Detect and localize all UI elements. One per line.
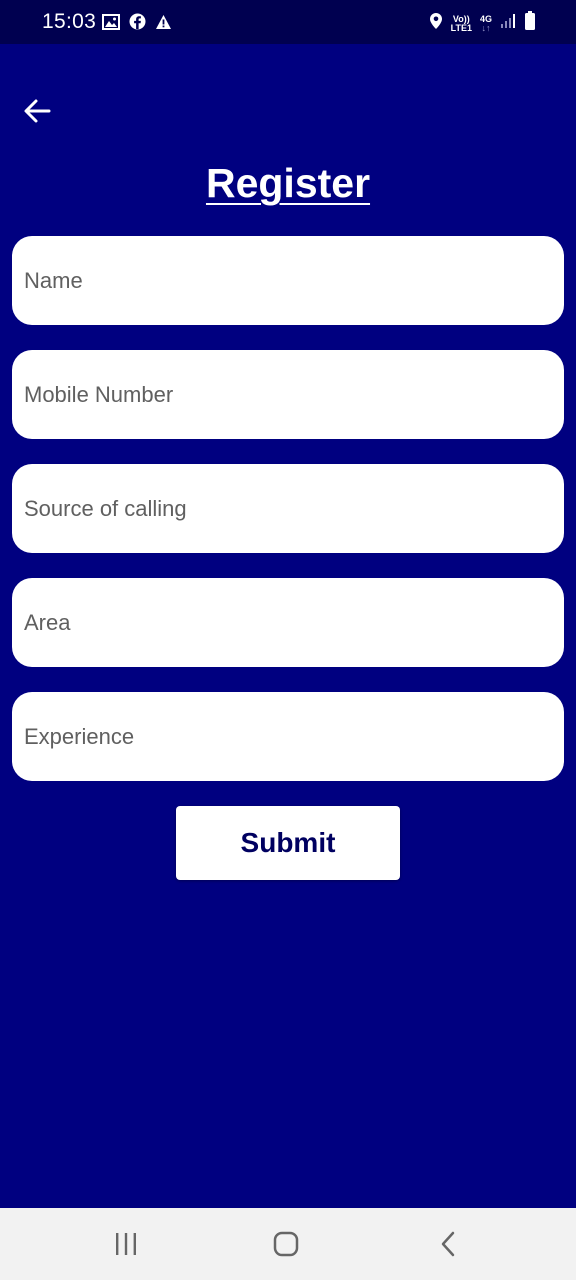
- gallery-icon: [102, 13, 120, 35]
- status-system-icons: Vo)) LTE1 4G ↓↑: [429, 11, 536, 36]
- home-button[interactable]: [256, 1208, 316, 1280]
- network-arrows: ↓↑: [481, 22, 491, 33]
- area-input[interactable]: [12, 578, 564, 667]
- chevron-left-icon: [441, 1231, 455, 1257]
- recent-apps-button[interactable]: [96, 1208, 156, 1280]
- recent-apps-icon: [116, 1233, 136, 1255]
- volte-indicator: Vo)) LTE1: [450, 14, 472, 33]
- network-indicator: 4G ↓↑: [480, 14, 492, 33]
- experience-input[interactable]: [12, 692, 564, 781]
- status-bar: 15:03 Vo)) LTE1 4G ↓↑: [0, 0, 576, 44]
- signal-icon: [500, 13, 516, 34]
- back-nav-button[interactable]: [418, 1208, 478, 1280]
- mobile-number-input[interactable]: [12, 350, 564, 439]
- warning-icon: [155, 14, 172, 35]
- source-of-calling-input[interactable]: [12, 464, 564, 553]
- name-input[interactable]: [12, 236, 564, 325]
- location-icon: [429, 12, 443, 35]
- facebook-icon: [129, 13, 146, 35]
- status-notification-icons: [102, 13, 172, 35]
- status-time: 15:03: [42, 10, 97, 33]
- submit-button[interactable]: Submit: [176, 806, 400, 880]
- battery-icon: [524, 11, 536, 36]
- system-navigation-bar: [0, 1208, 576, 1280]
- lte-label: LTE1: [450, 22, 472, 33]
- home-icon: [273, 1231, 299, 1257]
- arrow-left-icon: [24, 99, 51, 123]
- register-screen: Register Submit: [0, 44, 576, 1208]
- page-title: Register: [205, 160, 371, 206]
- back-button[interactable]: [18, 96, 56, 126]
